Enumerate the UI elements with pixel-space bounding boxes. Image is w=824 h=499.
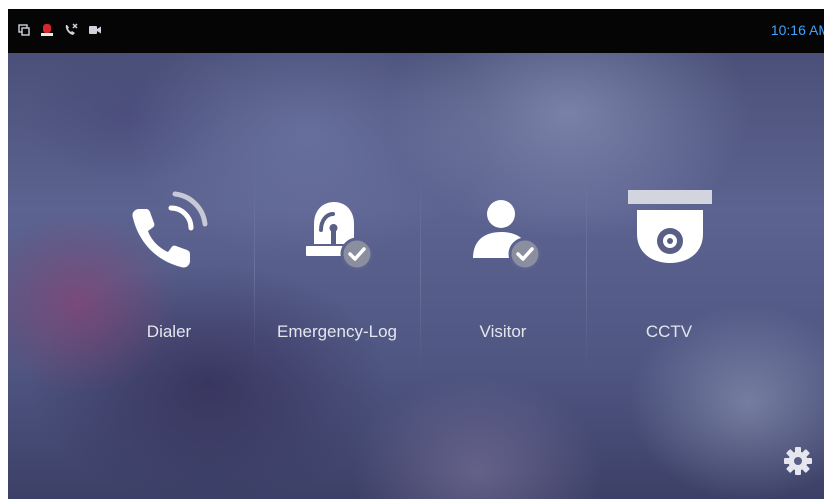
siren-check-icon xyxy=(254,190,420,280)
dome-camera-icon xyxy=(586,190,752,280)
app-emergency-log[interactable]: Emergency-Log xyxy=(254,160,420,360)
settings-button[interactable] xyxy=(783,446,813,476)
status-icons xyxy=(18,23,101,37)
phone-icon xyxy=(86,190,252,280)
app-visitor[interactable]: Visitor xyxy=(420,160,586,360)
app-cctv[interactable]: CCTV xyxy=(586,160,752,360)
status-bar: 10:16 AM xyxy=(8,9,824,53)
status-time: 10:16 AM xyxy=(770,22,824,38)
gear-icon xyxy=(783,447,813,480)
missed-call-icon xyxy=(64,23,78,37)
alarm-siren-icon xyxy=(41,23,53,37)
home-background: Dialer Emergency-Log Visitor CCTV xyxy=(8,53,824,499)
app-label: Visitor xyxy=(479,322,527,341)
screen-icon xyxy=(18,24,30,36)
app-label: Emergency-Log xyxy=(276,322,397,341)
person-check-icon xyxy=(420,190,586,280)
device-screen: 10:16 AM Dialer xyxy=(8,9,824,499)
app-label: Dialer xyxy=(146,322,192,341)
video-camera-icon xyxy=(89,25,101,35)
app-label: CCTV xyxy=(645,322,693,341)
app-dialer[interactable]: Dialer xyxy=(86,160,252,360)
